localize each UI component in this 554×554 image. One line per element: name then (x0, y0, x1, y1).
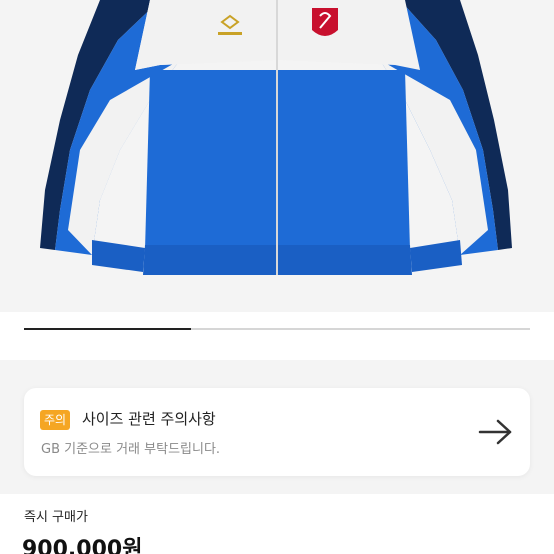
price-label: 즉시 구매가 (24, 510, 88, 525)
notice-title: 사이즈 관련 주의사항 (82, 410, 216, 428)
arrow-right-icon[interactable] (476, 416, 516, 448)
price-value: 900,000원 (22, 537, 143, 554)
product-image[interactable] (0, 0, 554, 312)
notice-subtitle: GB 기준으로 거래 부탁드립니다. (41, 442, 221, 457)
size-notice-card[interactable]: 주의 사이즈 관련 주의사항 GB 기준으로 거래 부탁드립니다. (24, 388, 530, 476)
jacket-illustration (40, 0, 512, 275)
carousel-indicator (24, 328, 530, 330)
price-section: 즉시 구매가 900,000원 (0, 494, 554, 554)
carousel-progress-bar (24, 328, 191, 330)
notice-badge: 주의 (40, 410, 71, 430)
